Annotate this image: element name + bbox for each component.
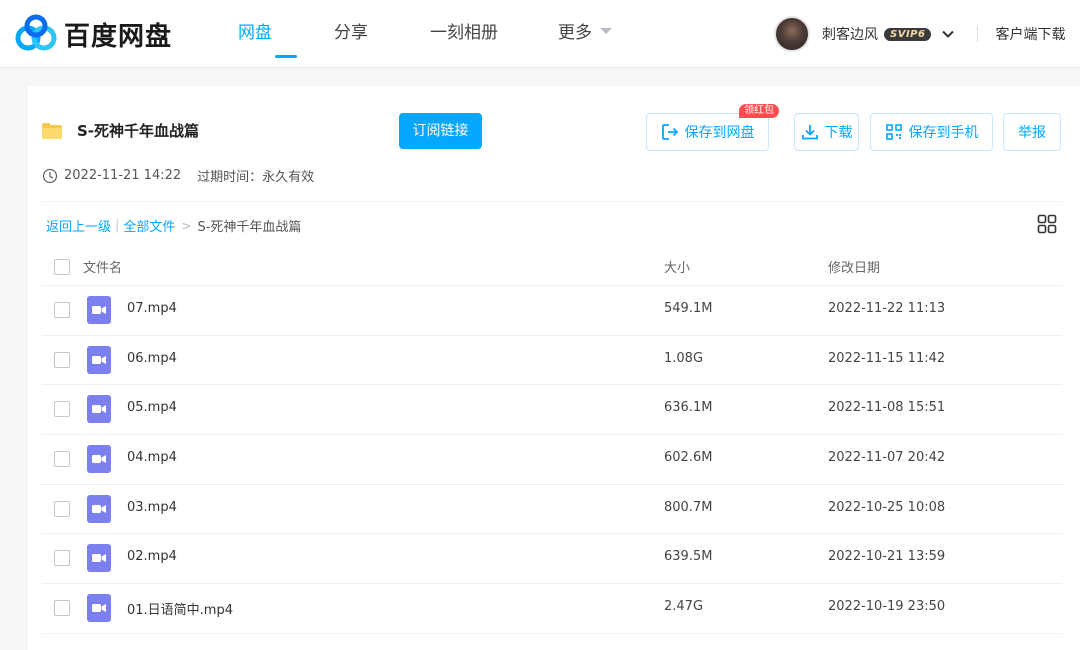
save-to-disk-label: 保存到网盘 — [684, 125, 755, 141]
nav-item-netdisk[interactable]: 网盘 — [238, 0, 334, 68]
download-button[interactable]: 下载 — [794, 113, 859, 151]
file-name[interactable]: 04.mp4 — [127, 450, 177, 465]
video-file-icon — [87, 594, 111, 623]
file-date: 2022-10-19 23:50 — [828, 599, 946, 615]
share-card: S-死神千年血战篇 订阅链接 保存到网盘 领红包 下载 保存到手机 举报 202… — [28, 86, 1080, 650]
user-area: 刺客边风 SVIP6 客户端下载 — [774, 16, 1065, 52]
row-checkbox[interactable] — [54, 550, 70, 567]
file-size: 2.47G — [664, 599, 704, 615]
nav-label: 分享 — [334, 23, 368, 43]
nav-label: 网盘 — [238, 23, 272, 43]
share-meta: 2022-11-21 14:22 过期时间：永久有效 — [42, 166, 314, 185]
table-row[interactable]: 07.mp4 549.1M 2022-11-22 11:13 — [42, 286, 1062, 336]
subscribe-link-button[interactable]: 订阅链接 — [399, 113, 482, 149]
row-checkbox[interactable] — [54, 600, 70, 617]
column-header-date[interactable]: 修改日期 — [828, 257, 880, 276]
file-size: 549.1M — [664, 301, 713, 316]
divider — [977, 26, 979, 42]
file-size: 602.6M — [664, 450, 713, 466]
breadcrumb-current: S-死神千年血战篇 — [197, 220, 302, 235]
breadcrumb-all-files-link[interactable]: 全部文件 — [123, 216, 175, 235]
save-to-phone-button[interactable]: 保存到手机 — [870, 113, 993, 151]
save-to-disk-icon — [661, 124, 678, 140]
created-time: 2022-11-21 14:22 — [64, 168, 182, 183]
file-date: 2022-10-21 13:59 — [828, 549, 946, 565]
svip-badge: SVIP6 — [884, 27, 932, 41]
breadcrumb-back-link[interactable]: 返回上一级 — [46, 216, 111, 235]
table-header: 文件名 大小 修改日期 — [42, 244, 1062, 286]
table-row[interactable]: 03.mp4 800.7M 2022-10-25 10:08 — [42, 485, 1062, 535]
expire-time: 过期时间：永久有效 — [197, 170, 315, 185]
file-date: 2022-11-08 15:51 — [828, 400, 946, 416]
file-size: 1.08G — [664, 350, 704, 366]
baidu-netdisk-logo[interactable]: 百度网盘 — [14, 14, 172, 54]
video-file-icon — [87, 445, 111, 474]
video-file-icon — [87, 296, 111, 324]
qr-code-icon — [885, 124, 902, 140]
redpacket-badge[interactable]: 领红包 — [739, 104, 779, 118]
file-list: 07.mp4 549.1M 2022-11-22 11:13 06.mp4 1.… — [42, 286, 1062, 634]
file-size: 639.5M — [664, 549, 713, 565]
top-navigation-bar: 百度网盘 网盘 分享 一刻相册 更多 刺客边风 SVIP6 客户端下载 — [0, 0, 1080, 68]
table-row[interactable]: 04.mp4 602.6M 2022-11-07 20:42 — [42, 435, 1062, 485]
caret-down-icon — [600, 28, 612, 34]
row-checkbox[interactable] — [54, 401, 70, 418]
chevron-right-icon: > — [181, 218, 192, 233]
download-label: 下载 — [824, 125, 853, 141]
video-file-icon — [87, 544, 111, 573]
file-size: 636.1M — [664, 400, 713, 416]
row-checkbox[interactable] — [54, 302, 70, 318]
row-checkbox[interactable] — [54, 500, 70, 517]
file-date: 2022-11-15 11:42 — [828, 350, 946, 366]
breadcrumb-separator: | — [115, 218, 120, 233]
logo-text: 百度网盘 — [64, 21, 173, 52]
file-date: 2022-11-07 20:42 — [828, 450, 946, 466]
grid-view-icon[interactable] — [1037, 214, 1057, 234]
share-name: S-死神千年血战篇 — [77, 122, 200, 140]
clock-icon — [42, 168, 58, 183]
file-name[interactable]: 07.mp4 — [127, 301, 177, 316]
select-all-checkbox[interactable] — [54, 259, 70, 275]
table-row[interactable]: 05.mp4 636.1M 2022-11-08 15:51 — [42, 385, 1062, 436]
download-icon — [801, 125, 818, 140]
column-header-name[interactable]: 文件名 — [83, 257, 122, 276]
row-checkbox[interactable] — [54, 351, 70, 368]
share-title: S-死神千年血战篇 — [42, 120, 199, 141]
video-file-icon — [87, 345, 111, 374]
username[interactable]: 刺客边风 — [822, 24, 878, 44]
save-to-disk-button[interactable]: 保存到网盘 — [646, 113, 769, 151]
file-name[interactable]: 06.mp4 — [127, 351, 177, 366]
table-row[interactable]: 01.日语简中.mp4 2.47G 2022-10-19 23:50 — [42, 584, 1062, 634]
row-checkbox[interactable] — [54, 451, 70, 468]
nav-label: 更多 — [558, 23, 592, 43]
column-header-size[interactable]: 大小 — [664, 257, 690, 276]
nav-item-album[interactable]: 一刻相册 — [430, 0, 558, 68]
client-download-link[interactable]: 客户端下载 — [995, 24, 1065, 44]
nav-item-more[interactable]: 更多 — [558, 0, 658, 68]
file-name[interactable]: 01.日语简中.mp4 — [127, 599, 233, 618]
avatar[interactable] — [774, 16, 810, 52]
nav-label: 一刻相册 — [430, 23, 498, 43]
save-to-phone-label: 保存到手机 — [908, 125, 979, 141]
file-date: 2022-11-22 11:13 — [828, 301, 946, 316]
file-name[interactable]: 02.mp4 — [127, 549, 177, 564]
file-date: 2022-10-25 10:08 — [828, 499, 946, 515]
file-name[interactable]: 05.mp4 — [127, 400, 177, 415]
table-row[interactable]: 02.mp4 639.5M 2022-10-21 13:59 — [42, 534, 1062, 585]
cloud-logo-icon — [15, 14, 57, 51]
divider — [42, 201, 1062, 202]
file-size: 800.7M — [664, 499, 713, 515]
folder-icon — [42, 122, 62, 139]
nav-item-share[interactable]: 分享 — [334, 0, 430, 68]
chevron-down-icon[interactable] — [941, 27, 955, 41]
video-file-icon — [87, 494, 111, 523]
table-row[interactable]: 06.mp4 1.08G 2022-11-15 11:42 — [42, 336, 1062, 386]
breadcrumb: 返回上一级 | 全部文件 > S-死神千年血战篇 — [46, 216, 301, 235]
report-button[interactable]: 举报 — [1003, 113, 1061, 151]
file-name[interactable]: 03.mp4 — [127, 500, 177, 515]
video-file-icon — [87, 395, 111, 424]
main-nav: 网盘 分享 一刻相册 更多 — [238, 0, 658, 68]
